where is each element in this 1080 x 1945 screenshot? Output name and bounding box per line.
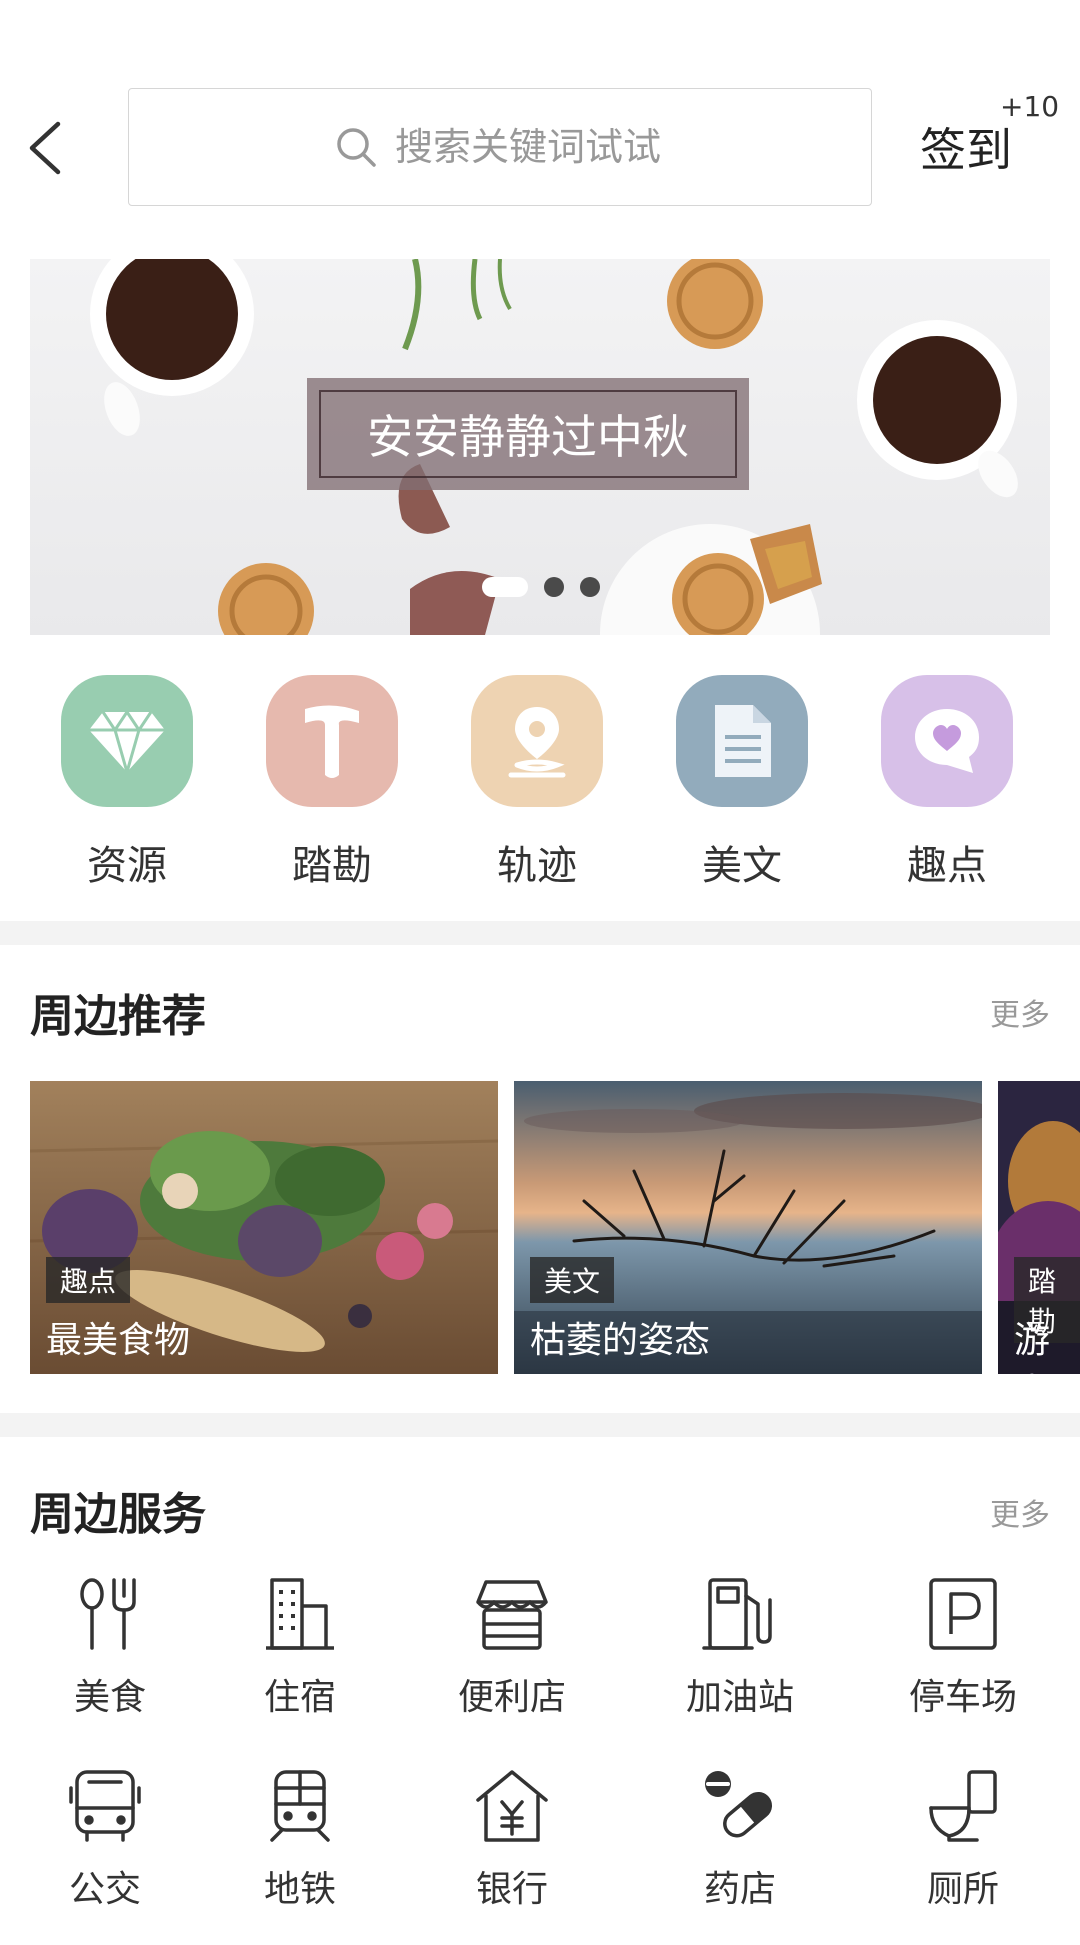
category-grid: 资源 踏勘 轨迹 美文 趣点 — [0, 675, 1080, 889]
service-bus[interactable]: 公交 — [15, 1768, 195, 1912]
checkin-bonus-badge: +10 — [1000, 90, 1060, 123]
recommend-card[interactable]: 趣点 最美食物 — [30, 1081, 498, 1374]
parking-icon — [929, 1578, 997, 1650]
nearby-recommend-more-link[interactable]: 更多 — [990, 990, 1050, 1034]
category-article[interactable]: 美文 — [652, 675, 832, 891]
category-tile — [881, 675, 1013, 807]
location-pin-icon — [508, 707, 566, 778]
gas-pump-icon — [702, 1578, 772, 1650]
chevron-left-icon — [29, 121, 61, 175]
service-toilet[interactable]: 厕所 — [873, 1768, 1053, 1912]
service-food[interactable]: 美食 — [20, 1576, 200, 1720]
category-tile — [61, 675, 193, 807]
service-label: 地铁 — [263, 1869, 336, 1910]
carousel-dot-active[interactable] — [482, 577, 528, 597]
category-label: 轨迹 — [497, 843, 577, 889]
service-hotel[interactable]: 住宿 — [210, 1576, 390, 1720]
category-label: 资源 — [87, 843, 167, 889]
hammer-icon — [305, 705, 359, 778]
category-label: 美文 — [702, 843, 782, 889]
bus-icon — [69, 1770, 141, 1842]
pill-icon — [705, 1771, 773, 1838]
service-label: 便利店 — [457, 1677, 566, 1718]
nearby-services-more-link[interactable]: 更多 — [990, 1490, 1050, 1534]
category-tile — [471, 675, 603, 807]
document-icon — [715, 705, 771, 777]
bank-icon — [476, 1770, 548, 1842]
service-pharmacy[interactable]: 药店 — [650, 1768, 830, 1912]
banner-title-box: 安安静静过中秋 — [307, 378, 749, 490]
nearby-recommend-title: 周边推荐 — [30, 991, 206, 1042]
fork-spoon-icon — [80, 1578, 136, 1650]
carousel-indicator — [482, 577, 600, 597]
heart-chat-icon — [915, 709, 979, 773]
category-label: 趣点 — [907, 843, 987, 889]
service-label: 美食 — [73, 1677, 146, 1718]
search-input[interactable] — [395, 125, 665, 169]
section-divider — [0, 1413, 1080, 1437]
category-resource[interactable]: 资源 — [37, 675, 217, 891]
nearby-services-title: 周边服务 — [30, 1489, 206, 1540]
service-label: 公交 — [68, 1869, 141, 1910]
checkin-button[interactable]: 签到 — [920, 114, 1012, 180]
diamond-icon — [89, 709, 165, 776]
service-bank[interactable]: 银行 — [422, 1768, 602, 1912]
top-bar: 签到 +10 — [0, 0, 1080, 240]
card-title: 最美食物 — [46, 1320, 191, 1361]
section-divider — [0, 921, 1080, 945]
service-label: 停车场 — [908, 1677, 1017, 1718]
carousel-dot[interactable] — [544, 577, 564, 597]
category-survey[interactable]: 踏勘 — [242, 675, 422, 891]
recommend-card[interactable]: 踏勘 游走 — [998, 1081, 1080, 1374]
search-icon — [337, 128, 376, 167]
card-title: 游走 — [1014, 1320, 1051, 1374]
toilet-icon — [929, 1770, 997, 1842]
search-bar[interactable] — [128, 88, 872, 206]
service-label: 厕所 — [926, 1869, 999, 1910]
service-label: 住宿 — [263, 1677, 336, 1718]
category-tile — [266, 675, 398, 807]
service-label: 加油站 — [685, 1677, 794, 1718]
service-subway[interactable]: 地铁 — [210, 1768, 390, 1912]
service-parking[interactable]: 停车场 — [873, 1576, 1053, 1720]
card-title: 枯萎的姿态 — [530, 1320, 711, 1361]
card-tag: 趣点 — [46, 1257, 131, 1303]
service-convenience-store[interactable]: 便利店 — [422, 1576, 602, 1720]
recommend-card[interactable]: 美文 枯萎的姿态 — [514, 1081, 982, 1374]
category-fun-point[interactable]: 趣点 — [857, 675, 1037, 891]
service-label: 银行 — [475, 1869, 548, 1910]
category-track[interactable]: 轨迹 — [447, 675, 627, 891]
category-tile — [676, 675, 808, 807]
card-tag: 美文 — [530, 1257, 615, 1303]
subway-icon — [270, 1770, 330, 1842]
category-label: 踏勘 — [292, 843, 372, 889]
building-icon — [266, 1578, 334, 1650]
carousel-dot[interactable] — [580, 577, 600, 597]
banner-title: 安安静静过中秋 — [319, 390, 737, 478]
store-icon — [476, 1580, 548, 1650]
banner-carousel[interactable]: 安安静静过中秋 — [30, 259, 1050, 635]
service-label: 药店 — [703, 1869, 776, 1910]
back-button[interactable] — [22, 118, 82, 178]
service-gas-station[interactable]: 加油站 — [650, 1576, 830, 1720]
